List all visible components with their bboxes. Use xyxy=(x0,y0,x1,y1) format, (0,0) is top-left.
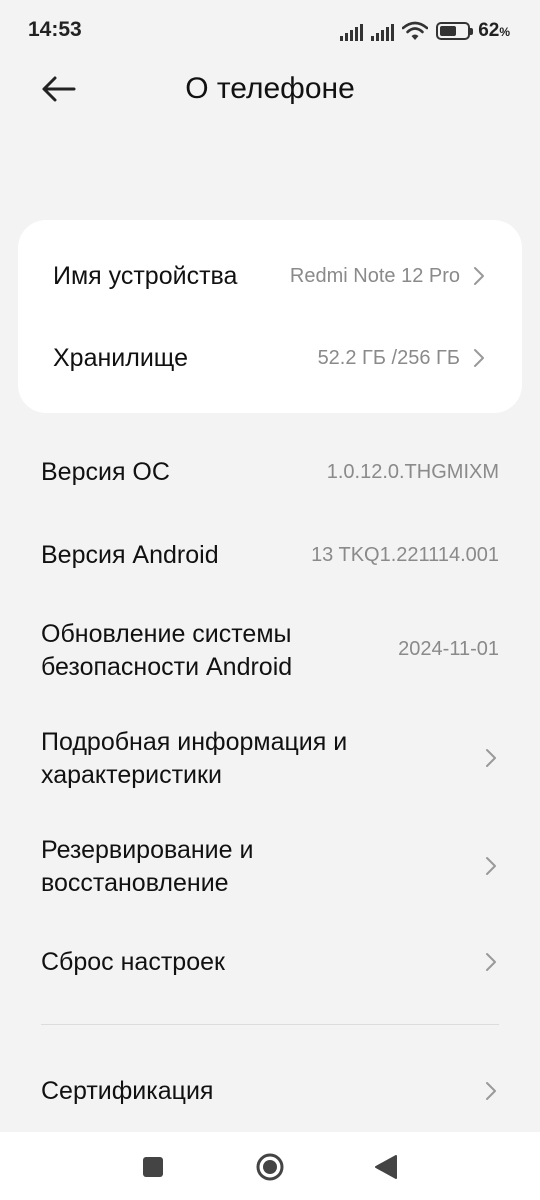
android-version-row[interactable]: Версия Android 13 TKQ1.221114.001 xyxy=(0,535,540,575)
status-time: 14:53 xyxy=(28,18,82,41)
battery-percent: 62% xyxy=(478,20,510,41)
signal-icon xyxy=(340,21,364,41)
wifi-icon xyxy=(402,21,429,40)
home-button[interactable] xyxy=(255,1152,285,1182)
square-icon xyxy=(143,1157,163,1177)
circle-icon xyxy=(256,1153,284,1181)
reset-row[interactable]: Сброс настроек xyxy=(0,942,540,982)
section-divider xyxy=(41,1024,499,1025)
security-update-row[interactable]: Обновление системы безопасности Android … xyxy=(0,616,540,686)
device-card: Имя устройства Redmi Note 12 Pro Хранили… xyxy=(18,220,522,413)
navigation-bar xyxy=(0,1132,540,1200)
storage-row[interactable]: Хранилище 52.2 ГБ /256 ГБ xyxy=(18,338,522,378)
details-row[interactable]: Подробная информация и характеристики xyxy=(0,724,540,794)
chevron-right-icon xyxy=(474,267,484,285)
chevron-right-icon xyxy=(486,857,496,875)
certification-label: Сертификация xyxy=(41,1076,214,1105)
os-version-value: 1.0.12.0.THGMIXM xyxy=(326,460,499,483)
battery-fill xyxy=(440,26,457,36)
storage-value: 52.2 ГБ /256 ГБ xyxy=(317,346,460,369)
security-update-label: Обновление системы безопасности Android xyxy=(41,620,293,681)
android-version-value: 13 TKQ1.221114.001 xyxy=(311,543,499,566)
details-label: Подробная информация и характеристики xyxy=(41,728,348,789)
app-header: О телефоне xyxy=(0,60,540,120)
system-icons: 62% xyxy=(340,18,510,44)
android-version-label: Версия Android xyxy=(41,540,219,569)
storage-label: Хранилище xyxy=(53,343,188,372)
backup-row[interactable]: Резервирование и восстановление xyxy=(0,832,540,902)
device-name-label: Имя устройства xyxy=(53,261,238,290)
security-update-value: 2024-11-01 xyxy=(398,638,499,660)
chevron-right-icon xyxy=(474,349,484,367)
device-name-value: Redmi Note 12 Pro xyxy=(289,264,460,287)
triangle-back-icon xyxy=(375,1155,397,1179)
page-title: О телефоне xyxy=(185,72,355,105)
battery-icon xyxy=(436,22,474,40)
nav-back-button[interactable] xyxy=(374,1154,398,1180)
device-name-row[interactable]: Имя устройства Redmi Note 12 Pro xyxy=(18,256,522,296)
chevron-right-icon xyxy=(486,1082,496,1100)
signal-icon xyxy=(371,21,395,41)
recents-button[interactable] xyxy=(142,1156,164,1178)
chevron-right-icon xyxy=(486,749,496,767)
os-version-row[interactable]: Версия ОС 1.0.12.0.THGMIXM xyxy=(0,452,540,492)
os-version-label: Версия ОС xyxy=(41,457,170,486)
reset-label: Сброс настроек xyxy=(41,947,225,976)
status-bar: 14:53 62% xyxy=(0,0,540,60)
certification-row[interactable]: Сертификация xyxy=(0,1071,540,1111)
backup-label: Резервирование и восстановление xyxy=(41,836,254,897)
chevron-right-icon xyxy=(486,953,496,971)
